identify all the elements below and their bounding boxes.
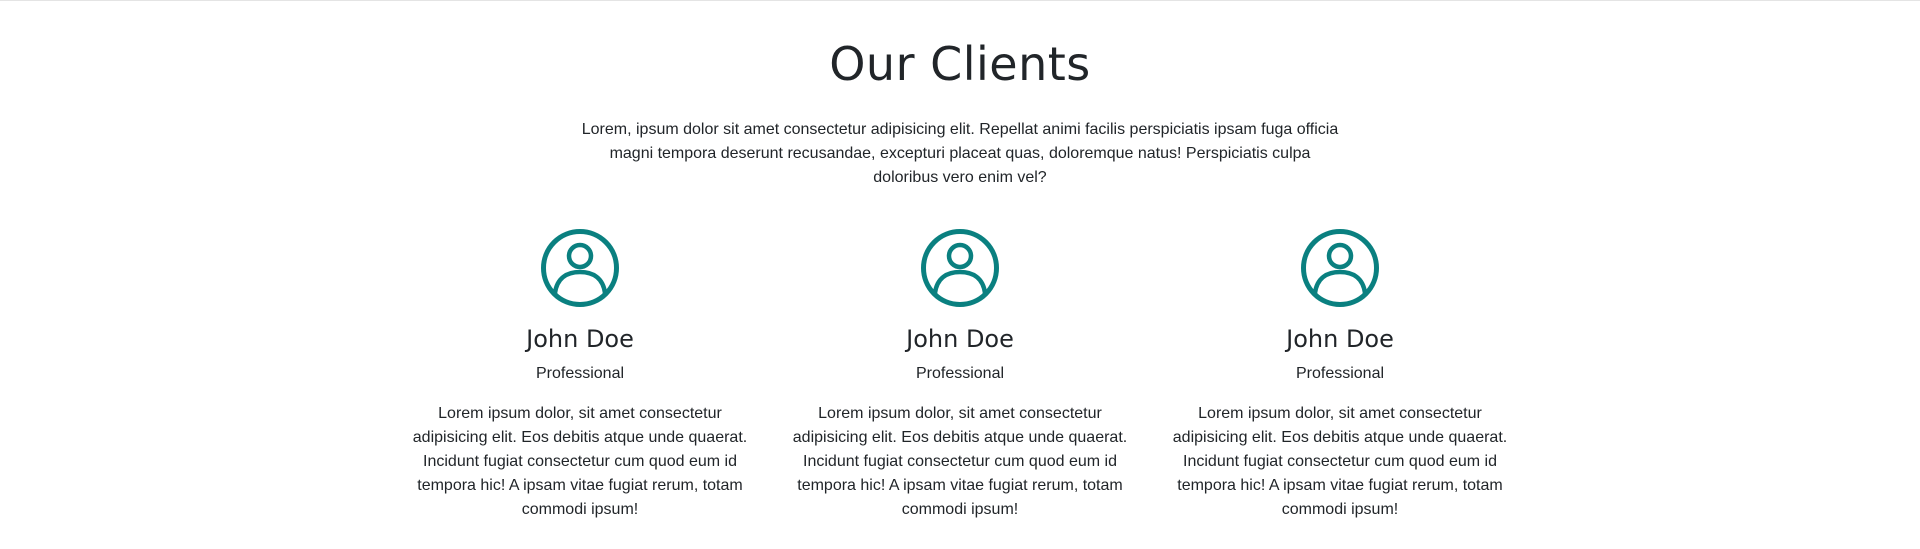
client-card: John Doe Professional Lorem ipsum dolor,…: [390, 229, 770, 522]
client-name: John Doe: [526, 325, 634, 353]
client-testimonial: Lorem ipsum dolor, sit amet consectetur …: [792, 405, 1128, 518]
client-testimonial: Lorem ipsum dolor, sit amet consectetur …: [412, 405, 748, 518]
section-intro: Lorem, ipsum dolor sit amet consectetur …: [581, 121, 1339, 186]
client-role: Professional: [1295, 365, 1385, 382]
person-circle-icon: [541, 229, 619, 307]
client-role: Professional: [915, 365, 1005, 382]
client-card: John Doe Professional Lorem ipsum dolor,…: [1150, 229, 1530, 522]
person-circle-icon: [921, 229, 999, 307]
clients-section: Our Clients Lorem, ipsum dolor sit amet …: [0, 0, 1920, 549]
clients-list: John Doe Professional Lorem ipsum dolor,…: [0, 229, 1920, 522]
client-testimonial: Lorem ipsum dolor, sit amet consectetur …: [1172, 405, 1508, 518]
person-circle-icon: [1301, 229, 1379, 307]
client-name: John Doe: [906, 325, 1014, 353]
client-card: John Doe Professional Lorem ipsum dolor,…: [770, 229, 1150, 522]
client-role: Professional: [535, 365, 625, 382]
client-name: John Doe: [1286, 325, 1394, 353]
section-title: Our Clients: [829, 37, 1091, 91]
